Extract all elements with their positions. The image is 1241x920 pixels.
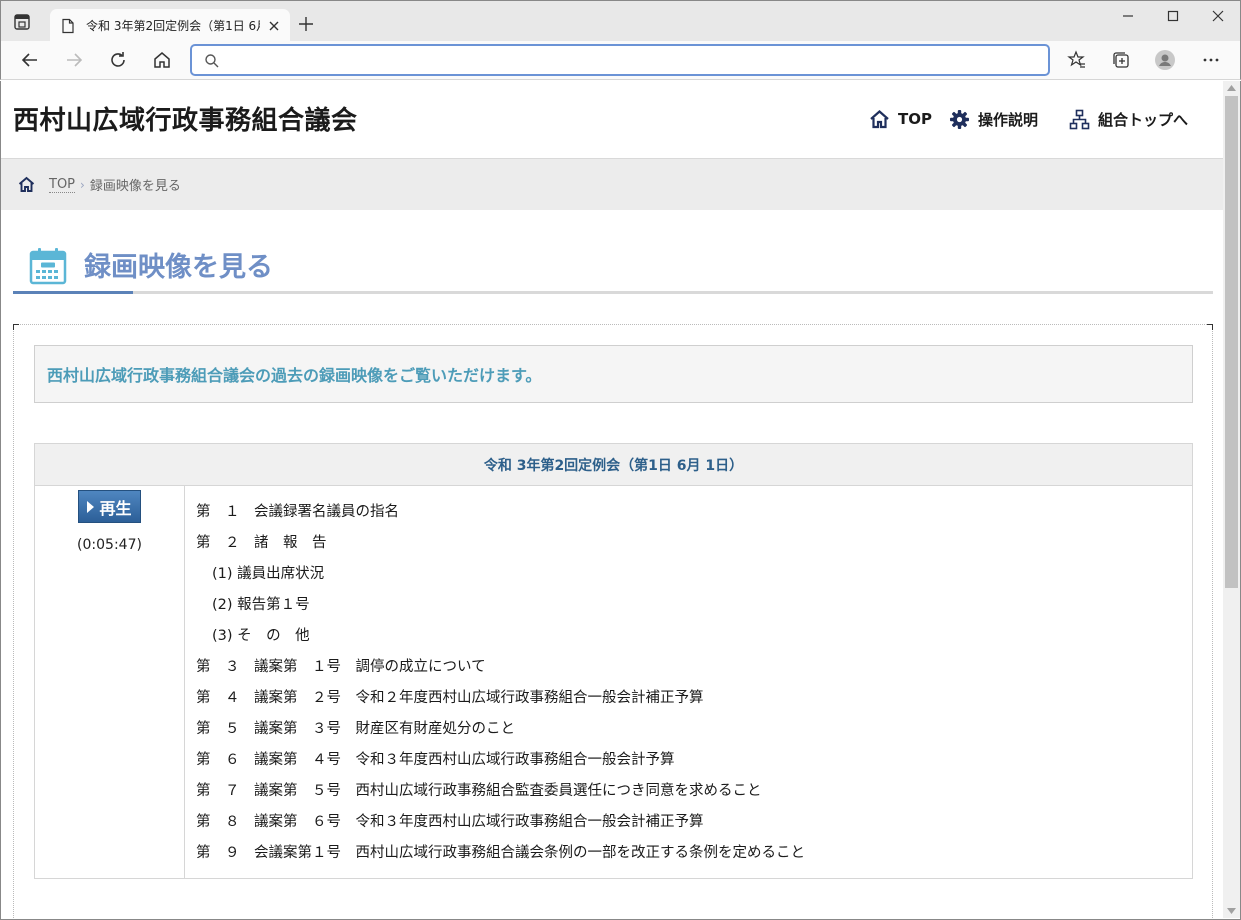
browser-tab[interactable]: 令和 3年第2回定例会（第1日 6月 [50,9,290,42]
minimize-icon[interactable] [1119,7,1137,25]
play-label: 再生 [99,498,132,518]
intro-box: 西村山広域行政事務組合議会の過去の録画映像をご覧いただけます。 [34,345,1193,403]
home-icon[interactable] [152,50,172,70]
close-tab-icon[interactable] [266,18,282,34]
intro-text: 西村山広域行政事務組合議会の過去の録画映像をご覧いただけます。 [47,366,542,385]
session-table: 令和 3年第2回定例会（第1日 6月 1日） 再生 (0:05:47) 第 １ … [34,443,1193,879]
scroll-down-arrow-icon[interactable] [1227,908,1236,914]
frame-corner [13,324,19,330]
back-icon[interactable] [20,50,40,70]
agenda-item: (1) 議員出席状況 [212,566,325,582]
tab-title: 令和 3年第2回定例会（第1日 6月 [86,19,260,33]
agenda-item: 第 １ 会議録署名議員の指名 [196,504,399,520]
scroll-up-arrow-icon[interactable] [1227,85,1236,91]
site-header: 西村山広域行政事務組合議会 TOP 操作説明 組合トップへ [1,81,1223,158]
scrollbar-thumb[interactable] [1225,96,1238,588]
agenda-item: 第 ７ 議案第 ５号 西村山広域行政事務組合監査委員選任につき同意を求めること [196,783,762,799]
nav-guide-link[interactable]: 操作説明 [949,107,1038,131]
new-tab-icon[interactable] [297,15,315,33]
play-triangle-icon [87,500,95,513]
favorites-star-icon[interactable] [1067,50,1087,70]
search-icon [205,54,219,68]
forward-icon[interactable] [64,50,84,70]
window-menu-icon[interactable] [13,13,31,31]
site-title: 西村山広域行政事務組合議会 [13,106,358,136]
play-button[interactable]: 再生 [78,490,141,523]
session-body: 再生 (0:05:47) 第 １ 会議録署名議員の指名第 ２ 諸 報 告 (1) … [35,486,1192,878]
page-icon [62,18,74,33]
profile-avatar-icon[interactable] [1155,50,1175,70]
breadcrumb-current: 録画映像を見る [89,179,181,194]
page-title: 録画映像を見る [84,252,273,283]
nav-union-top-link[interactable]: 組合トップへ [1069,107,1188,131]
breadcrumb-home-icon[interactable] [18,176,35,193]
browser-toolbar [0,41,1241,80]
agenda-item: 第 ９ 会議案第１号 西村山広域行政事務組合議会条例の一部を改正する条例を定める… [196,845,805,861]
agenda-item: 第 ６ 議案第 ４号 令和３年度西村山広域行政事務組合一般会計予算 [196,752,675,768]
session-title: 令和 3年第2回定例会（第1日 6月 1日） [35,444,1192,486]
page-viewport: 西村山広域行政事務組合議会 TOP 操作説明 組合トップへ TOP › 録画映像… [0,81,1241,920]
breadcrumb-separator: › [80,177,85,192]
reload-icon[interactable] [108,50,128,70]
nav-union-label: 組合トップへ [1098,110,1189,129]
page-heading: 録画映像を見る [13,241,1213,294]
agenda-item: 第 ５ 議案第 ３号 財産区有財産処分のこと [196,721,515,737]
gear-icon [950,109,969,129]
address-input[interactable] [228,49,1028,71]
home-icon [870,109,889,128]
agenda-item: 第 ２ 諸 報 告 [196,535,327,551]
nav-top-link[interactable]: TOP [869,107,932,131]
vertical-scrollbar[interactable] [1223,81,1240,918]
sitemap-icon [1069,109,1090,129]
browser-tab-strip: 令和 3年第2回定例会（第1日 6月 [0,0,1241,42]
agenda-item: (2) 報告第１号 [212,597,310,613]
nav-guide-label: 操作説明 [978,110,1039,129]
frame-corner [1207,324,1213,330]
calendar-icon [29,248,67,285]
content-frame: 西村山広域行政事務組合議会の過去の録画映像をご覧いただけます。 令和 3年第2回… [13,324,1213,919]
nav-top-label: TOP [898,110,932,128]
agenda-item: 第 ８ 議案第 ６号 令和３年度西村山広域行政事務組合一般会計補正予算 [196,814,704,830]
agenda-item: (3) そ の 他 [212,628,310,644]
address-bar[interactable] [190,44,1050,76]
breadcrumb-top-link[interactable]: TOP [49,177,76,193]
collections-icon[interactable] [1111,50,1131,70]
heading-accent-bar [13,291,133,294]
agenda-item: 第 ３ 議案第 １号 調停の成立について [196,659,486,675]
video-duration: (0:05:47) [77,537,142,553]
close-window-icon[interactable] [1209,7,1227,25]
breadcrumb: TOP › 録画映像を見る [1,158,1223,210]
agenda-list: 第 １ 会議録署名議員の指名第 ２ 諸 報 告 (1) 議員出席状況 (2) 報告第… [185,486,1192,878]
more-menu-icon[interactable] [1201,50,1221,70]
play-column: 再生 (0:05:47) [35,486,185,878]
agenda-item: 第 ４ 議案第 ２号 令和２年度西村山広域行政事務組合一般会計補正予算 [196,690,704,706]
maximize-icon[interactable] [1164,7,1182,25]
